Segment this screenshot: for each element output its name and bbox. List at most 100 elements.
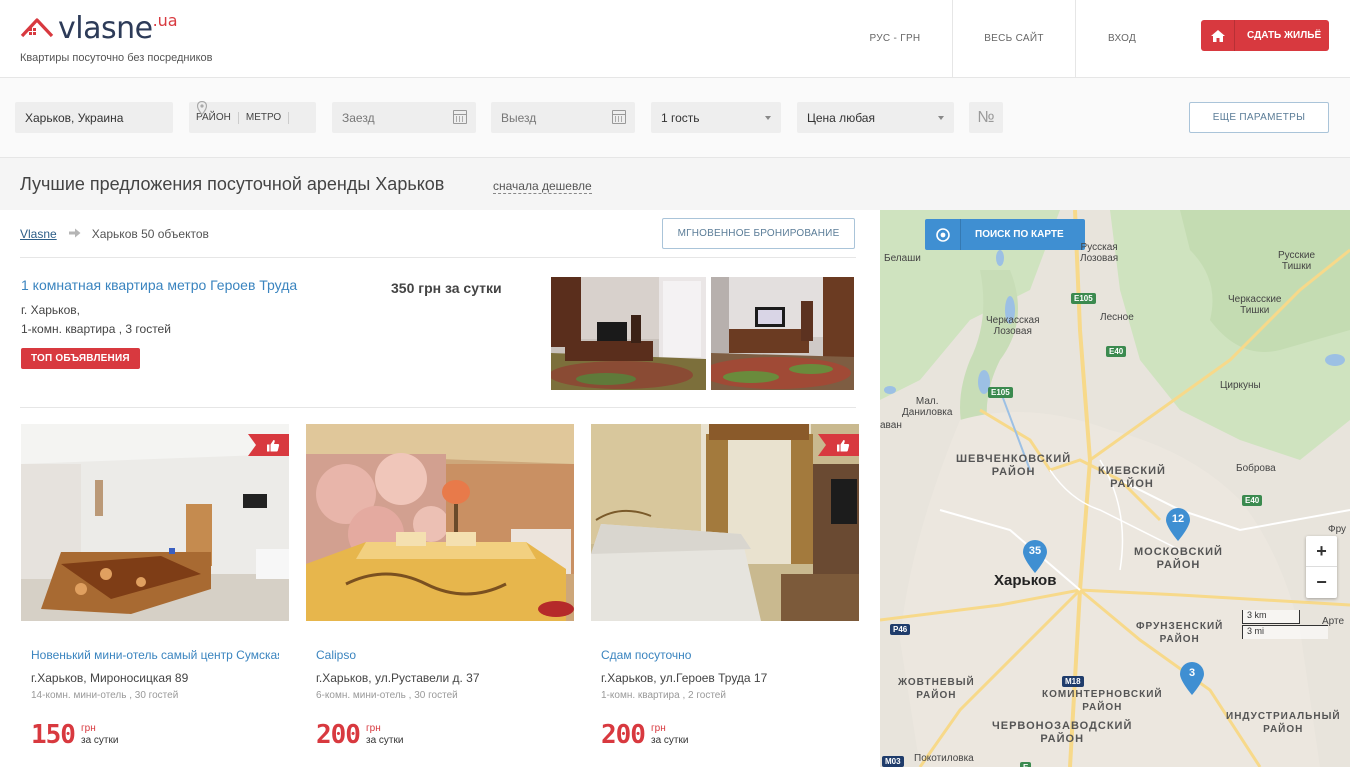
price-currency: грн	[651, 723, 666, 734]
listing-cluster-marker[interactable]: 12	[1165, 508, 1191, 542]
district-label: ЧЕРВОНОЗАВОДСКИЙ РАЙОН	[992, 720, 1133, 745]
district-label: МОСКОВСКИЙ РАЙОН	[1134, 546, 1223, 571]
map-scale: 3 km 3 mi	[1242, 610, 1328, 644]
listing-meta: 1-комн. квартира , 2 гостей	[601, 690, 726, 701]
results-title-bar: Лучшие предложения посуточной аренды Хар…	[0, 158, 1350, 210]
map-label: аван	[880, 420, 902, 431]
listing-price: 200	[601, 720, 646, 750]
rent-out-label: СДАТЬ ЖИЛЬЁ	[1247, 30, 1322, 41]
listing-card[interactable]: Новенький мини-отель самый центр Сумская…	[21, 424, 289, 767]
listing-cluster-marker[interactable]: 3	[1179, 662, 1205, 696]
checkin-date-input[interactable]: Заезд	[332, 102, 476, 133]
district-metro-filter[interactable]: РАЙОН МЕТРО	[189, 100, 316, 135]
chevron-down-icon	[765, 116, 771, 120]
calendar-icon	[612, 110, 626, 124]
arrow-right-icon	[68, 227, 81, 241]
rent-out-button[interactable]: СДАТЬ ЖИЛЬЁ	[1201, 20, 1329, 51]
listing-address: г.Харьков, ул.Руставели д. 37	[316, 671, 480, 685]
listing-address: г.Харьков, Мироносицкая 89	[31, 671, 189, 685]
login-link[interactable]: ВХОД	[1076, 0, 1168, 77]
zoom-out-button[interactable]: −	[1306, 567, 1337, 598]
chevron-down-icon	[938, 116, 944, 120]
zoom-control: + −	[1306, 536, 1337, 598]
listing-price: 200	[316, 720, 361, 750]
road-marker: E40	[1106, 346, 1127, 357]
top-listing-price: 350 грн за сутки	[391, 280, 502, 296]
map-panel[interactable]: ПОИСК ПО КАРТЕ Белаши Русская Лозовая Ру…	[880, 210, 1350, 767]
site-logo[interactable]: vlasne .ua	[20, 11, 178, 46]
map-pin-icon[interactable]	[189, 100, 215, 135]
site-tagline: Квартиры посуточно без посредников	[20, 52, 213, 64]
guests-value: 1 гость	[661, 110, 700, 125]
site-header: vlasne .ua Квартиры посуточно без посред…	[0, 0, 1350, 78]
home-icon	[1201, 20, 1235, 51]
logo-wordmark: vlasne	[58, 11, 153, 46]
city-label: Харьков	[994, 572, 1057, 589]
map-label: Черкасские Тишки	[1228, 294, 1282, 316]
road-marker: M03	[882, 756, 904, 767]
listing-card[interactable]: Calipso г.Харьков, ул.Руставели д. 37 6-…	[306, 424, 574, 767]
listing-title[interactable]: Новенький мини-отель самый центр Сумская	[31, 648, 279, 662]
listing-photo[interactable]	[591, 424, 859, 621]
price-value: Цена любая	[807, 110, 875, 125]
metro-toggle[interactable]: МЕТРО	[239, 111, 290, 124]
checkout-placeholder: Выезд	[501, 110, 537, 125]
top-listing-title[interactable]: 1 комнатная квартира метро Героев Труда	[21, 277, 297, 293]
sort-cheapest-first[interactable]: сначала дешевле	[493, 179, 592, 194]
map-label: Лесное	[1100, 312, 1134, 323]
listing-title[interactable]: Calipso	[316, 648, 564, 662]
map-label: Черкасская Лозовая	[986, 315, 1040, 337]
price-period: за сутки	[651, 735, 689, 746]
divider	[20, 407, 856, 408]
listing-number-search[interactable]: №	[969, 102, 1003, 133]
price-currency: грн	[81, 723, 96, 734]
page-title: Лучшие предложения посуточной аренды Хар…	[20, 174, 445, 194]
listing-photo[interactable]	[21, 424, 289, 621]
top-listing-details: 1-комн. квартира , 3 гостей	[21, 322, 171, 336]
guests-select[interactable]: 1 гость	[651, 102, 781, 133]
road-marker: E40	[1242, 495, 1263, 506]
breadcrumb: Vlasne Харьков 50 объектов	[20, 227, 209, 241]
scale-km: 3 km	[1242, 610, 1300, 624]
listing-photo[interactable]	[306, 424, 574, 621]
listing-meta: 14-комн. мини-отель , 30 гостей	[31, 690, 179, 701]
map-search-button[interactable]: ПОИСК ПО КАРТЕ	[925, 219, 1085, 250]
listing-price: 150	[31, 720, 76, 750]
whole-site-link[interactable]: ВЕСЬ САЙТ	[952, 0, 1076, 77]
instant-booking-button[interactable]: МГНОВЕННОЕ БРОНИРОВАНИЕ	[662, 218, 855, 249]
cluster-count: 35	[1028, 545, 1042, 557]
price-select[interactable]: Цена любая	[797, 102, 954, 133]
more-params-button[interactable]: ЕЩЕ ПАРАМЕТРЫ	[1189, 102, 1329, 133]
logo-suffix: .ua	[152, 11, 178, 30]
language-currency-switch[interactable]: РУС - ГРН	[838, 0, 952, 77]
zoom-in-button[interactable]: +	[1306, 536, 1337, 567]
road-marker: E	[1020, 762, 1032, 767]
city-input[interactable]: Харьков, Украина	[15, 102, 173, 133]
district-label: КОМИНТЕРНОВСКИЙ РАЙОН	[1042, 689, 1163, 713]
scale-mi: 3 mi	[1242, 625, 1328, 639]
breadcrumb-home-link[interactable]: Vlasne	[20, 227, 57, 241]
thumbs-up-icon	[248, 434, 289, 456]
road-marker: E105	[988, 387, 1013, 398]
map-label: Русская Лозовая	[1080, 242, 1119, 264]
listing-cluster-marker[interactable]: 35	[1022, 540, 1048, 574]
search-filters: Харьков, Украина РАЙОН МЕТРО Заезд Выезд…	[0, 78, 1350, 158]
map-label: Белаши	[884, 253, 921, 264]
map-label: Русские Тишки	[1278, 250, 1316, 272]
thumbs-up-icon	[818, 434, 859, 456]
map-label: Боброва	[1236, 463, 1276, 474]
calendar-icon	[453, 110, 467, 124]
top-listing-photo-2[interactable]	[711, 277, 854, 390]
district-label: КИЕВСКИЙ РАЙОН	[1098, 465, 1166, 490]
breadcrumb-current: Харьков 50 объектов	[91, 227, 209, 241]
district-label: ШЕВЧЕНКОВСКИЙ РАЙОН	[956, 453, 1072, 478]
checkout-date-input[interactable]: Выезд	[491, 102, 635, 133]
district-label: ФРУНЗЕНСКИЙ РАЙОН	[1136, 621, 1224, 645]
listing-title[interactable]: Сдам посуточно	[601, 648, 849, 662]
top-listing-photo-1[interactable]	[551, 277, 706, 390]
listing-card[interactable]: Сдам посуточно г.Харьков, ул.Героев Труд…	[591, 424, 859, 767]
map-label: Фру	[1328, 524, 1347, 535]
checkin-placeholder: Заезд	[342, 110, 375, 125]
map-label: Покотиловка	[914, 753, 974, 764]
cluster-count: 3	[1188, 667, 1196, 679]
